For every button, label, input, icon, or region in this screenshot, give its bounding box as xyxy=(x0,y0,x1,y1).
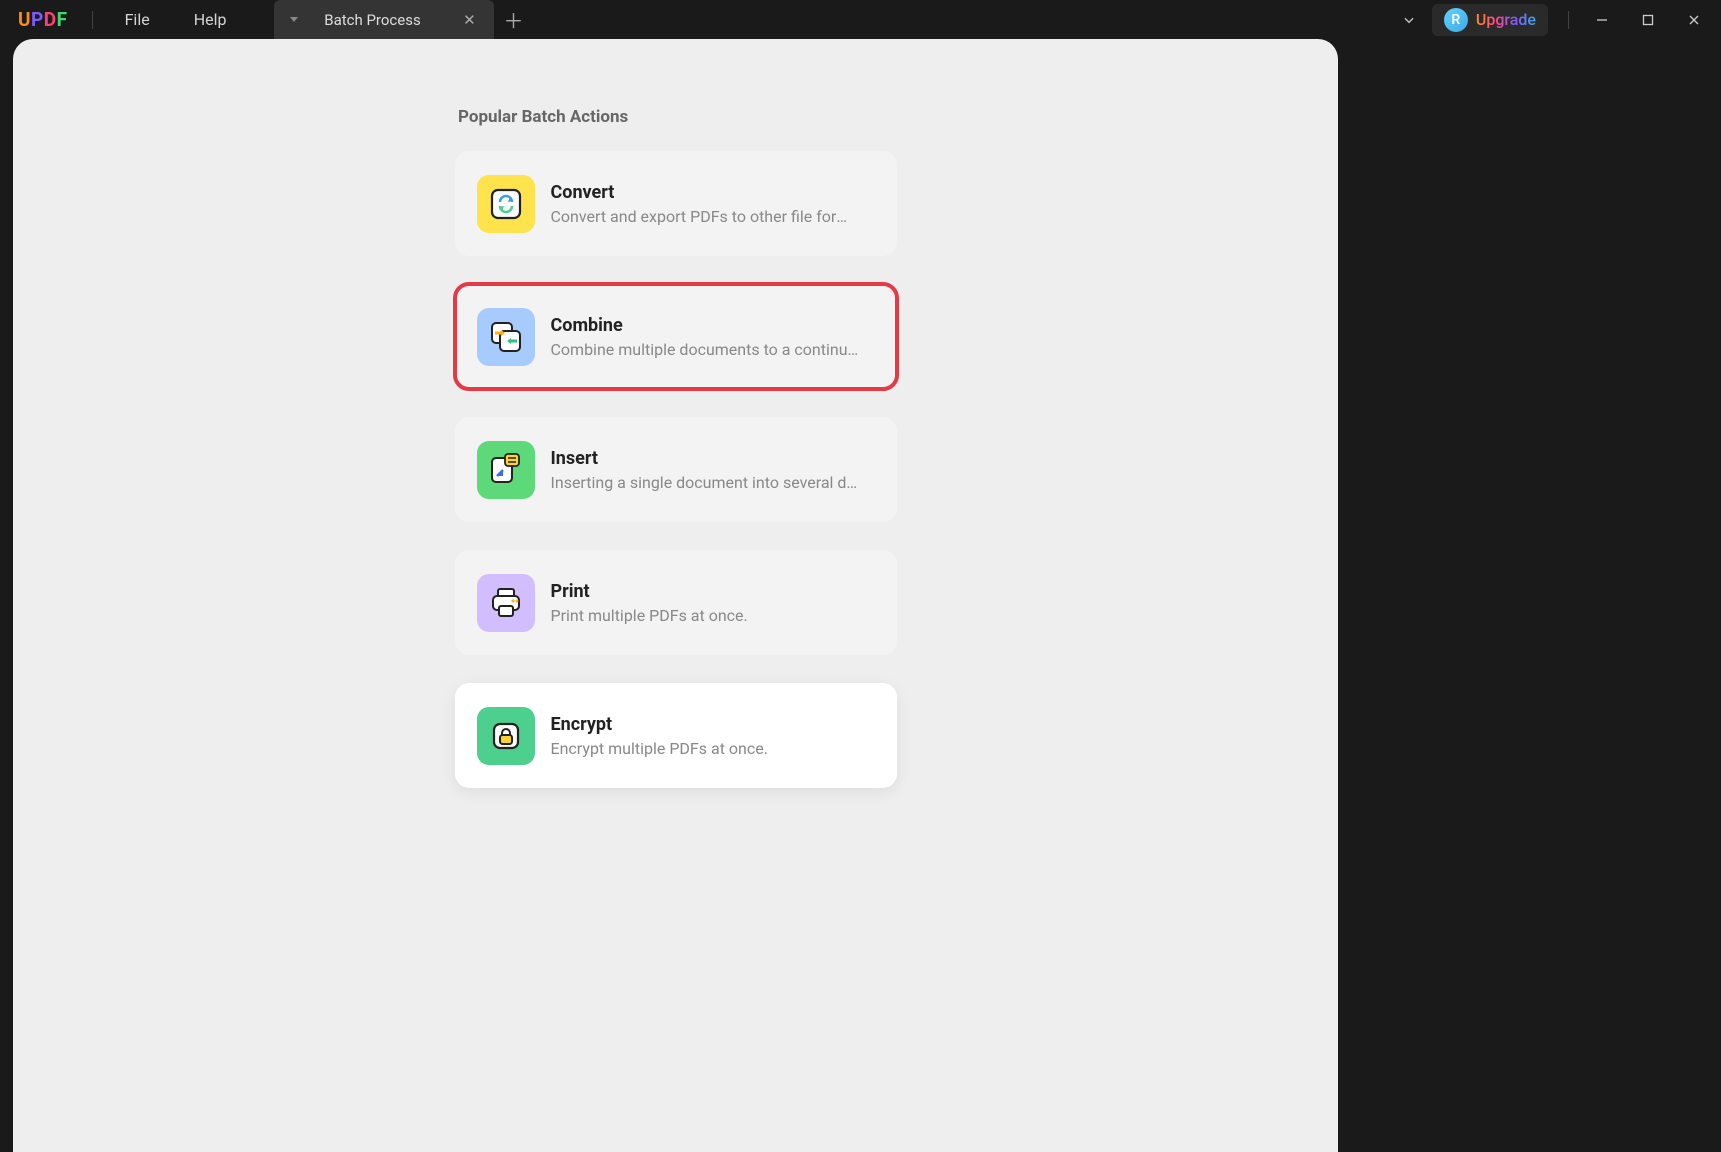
menu-help[interactable]: Help xyxy=(172,0,249,39)
window-close[interactable] xyxy=(1671,1,1717,39)
action-print[interactable]: Print Print multiple PDFs at once. xyxy=(455,550,897,655)
upgrade-label: Upgrade xyxy=(1476,10,1536,29)
action-title: Print xyxy=(551,581,748,602)
divider xyxy=(1568,11,1569,29)
action-convert[interactable]: Convert Convert and export PDFs to other… xyxy=(455,151,897,256)
action-desc: Convert and export PDFs to other file fo… xyxy=(551,207,861,226)
action-desc: Combine multiple documents to a continuo… xyxy=(551,340,861,359)
action-title: Combine xyxy=(551,315,861,336)
action-title: Encrypt xyxy=(551,714,768,735)
action-encrypt[interactable]: Encrypt Encrypt multiple PDFs at once. xyxy=(455,683,897,788)
convert-icon xyxy=(477,175,535,233)
tab-title: Batch Process xyxy=(312,11,432,29)
upgrade-button[interactable]: R Upgrade xyxy=(1432,4,1548,36)
action-title: Insert xyxy=(551,448,861,469)
window-maximize[interactable] xyxy=(1625,1,1671,39)
action-desc: Encrypt multiple PDFs at once. xyxy=(551,739,768,758)
action-desc: Print multiple PDFs at once. xyxy=(551,606,748,625)
caret-down-icon[interactable] xyxy=(290,17,298,22)
close-tab-icon[interactable]: ✕ xyxy=(460,11,478,29)
action-combine[interactable]: Combine Combine multiple documents to a … xyxy=(455,284,897,389)
tab-strip: Batch Process ✕ ＋ xyxy=(274,0,532,39)
insert-icon xyxy=(477,441,535,499)
action-insert[interactable]: Insert Inserting a single document into … xyxy=(455,417,897,522)
title-bar: UPDF File Help Batch Process ✕ ＋ R Upgra… xyxy=(0,0,1721,39)
combine-icon xyxy=(477,308,535,366)
action-cards: Convert Convert and export PDFs to other… xyxy=(13,151,1338,788)
lock-icon xyxy=(477,707,535,765)
section-title: Popular Batch Actions xyxy=(458,107,1338,127)
action-desc: Inserting a single document into several… xyxy=(551,473,861,492)
new-tab-button[interactable]: ＋ xyxy=(494,0,532,39)
tab-batch-process[interactable]: Batch Process ✕ xyxy=(274,0,494,39)
divider xyxy=(92,11,93,29)
menu-file[interactable]: File xyxy=(103,0,172,39)
print-icon xyxy=(477,574,535,632)
action-title: Convert xyxy=(551,182,861,203)
avatar: R xyxy=(1444,8,1468,32)
chevron-down-icon[interactable] xyxy=(1386,13,1432,27)
window-minimize[interactable] xyxy=(1579,1,1625,39)
app-logo: UPDF xyxy=(4,8,82,31)
content-area: Popular Batch Actions Convert Convert an… xyxy=(13,39,1338,1152)
